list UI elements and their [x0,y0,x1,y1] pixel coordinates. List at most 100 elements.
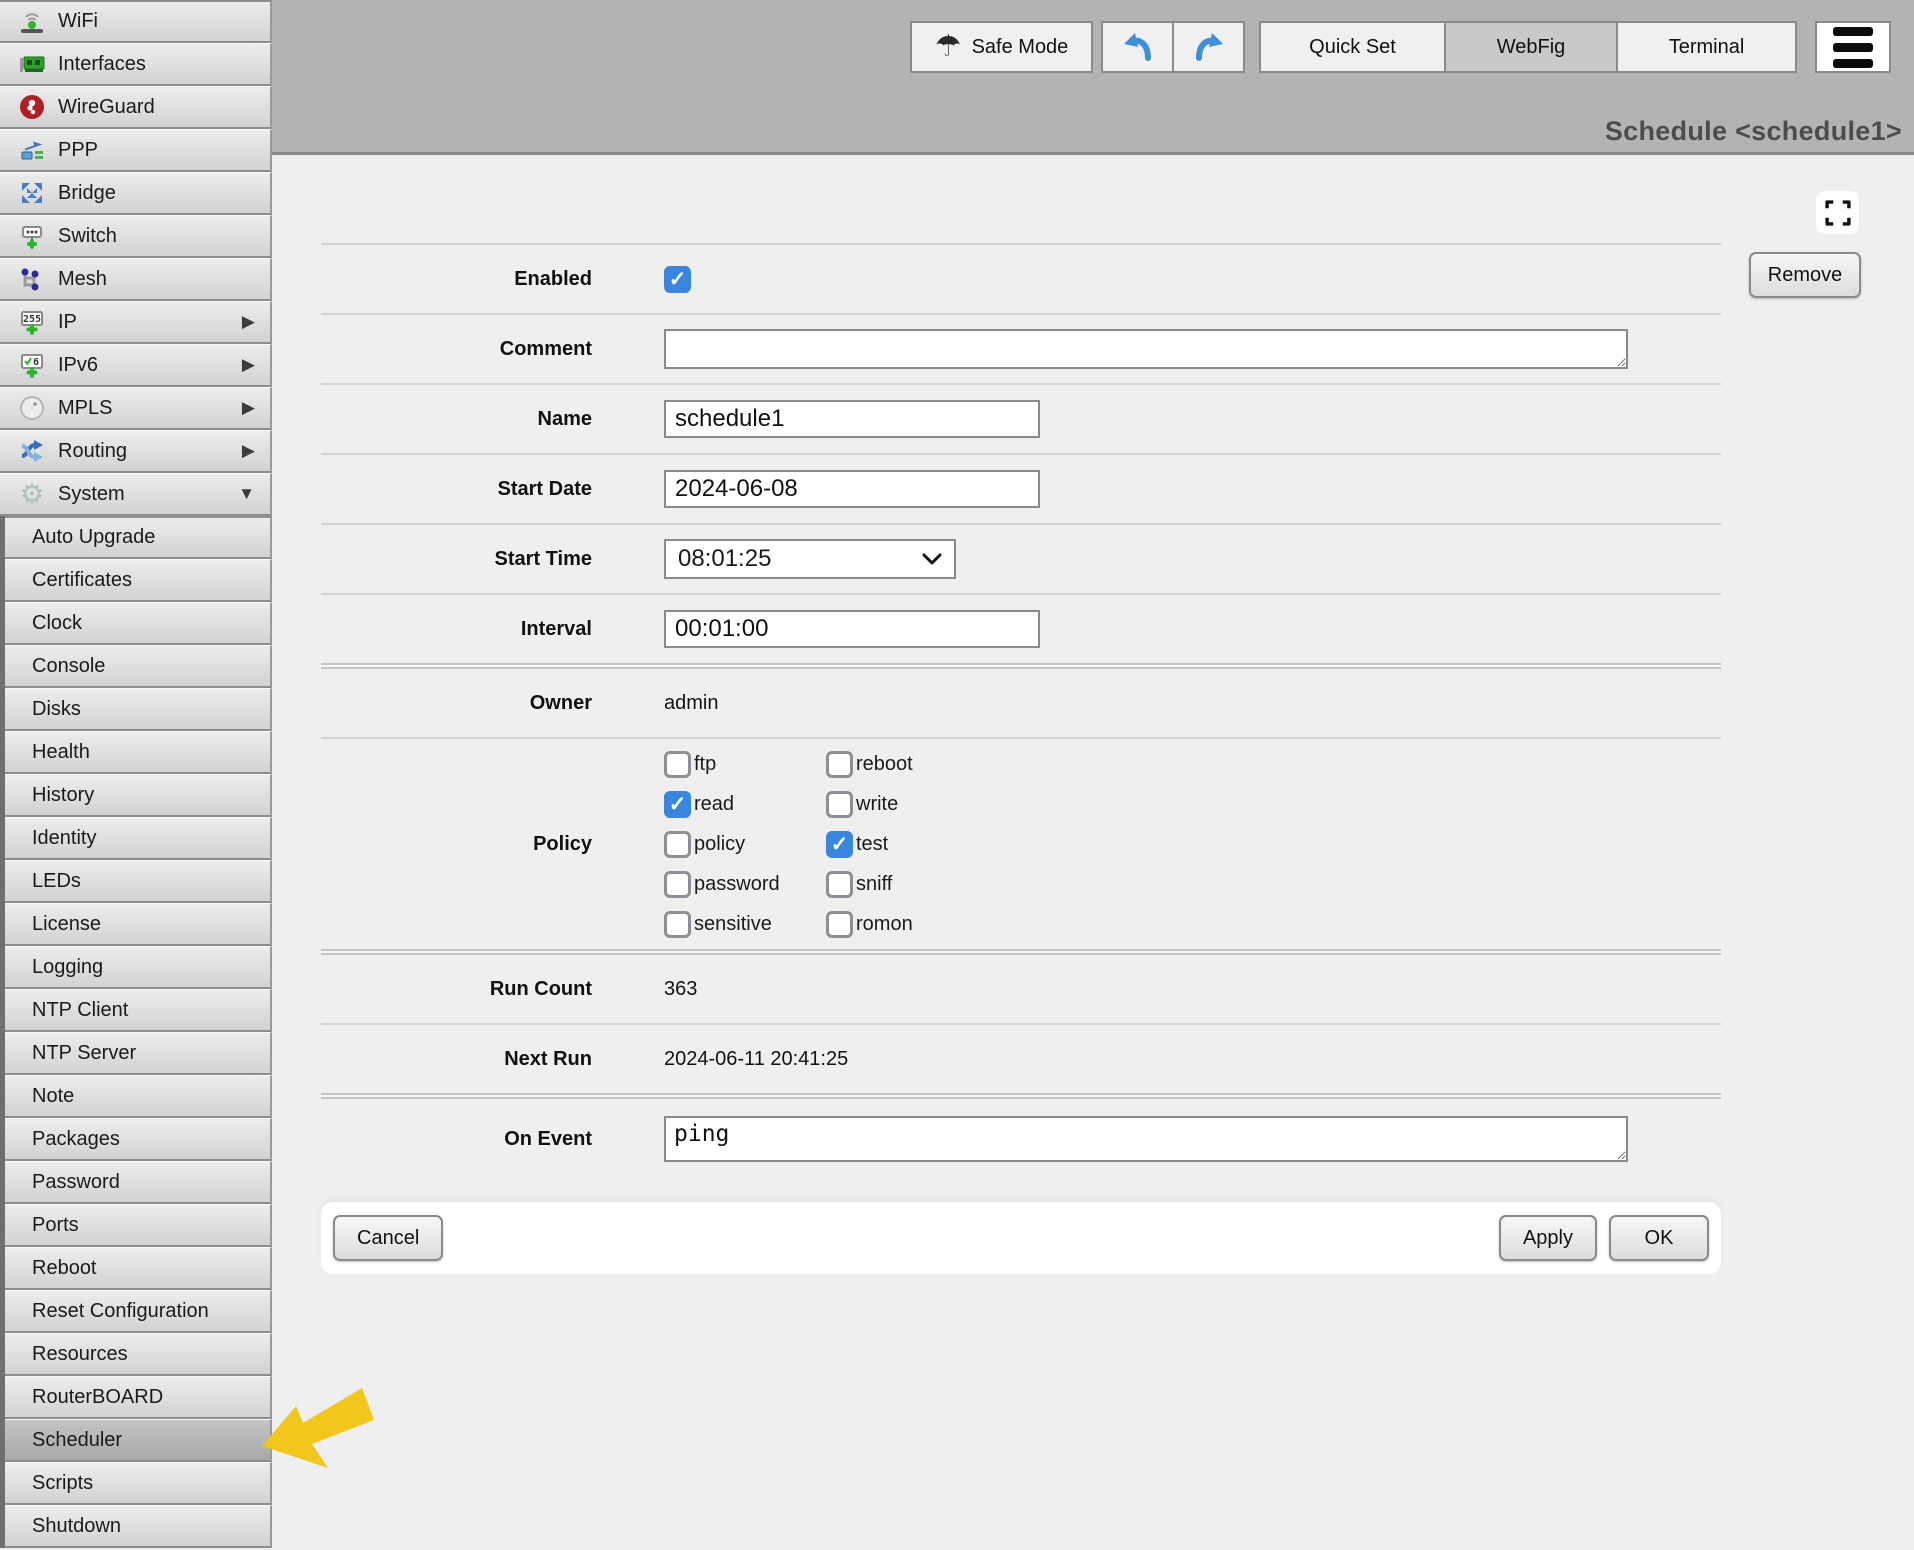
hamburger-icon [1833,27,1873,36]
sidebar-item-logging[interactable]: Logging [5,946,272,989]
sidebar-item-wireguard[interactable]: WireGuard [0,86,272,129]
sidebar-item-label: Logging [32,956,103,979]
sidebar-item-label: Certificates [32,569,132,592]
policy-option-read: ✓read [664,791,826,818]
policy-checkbox[interactable] [664,831,691,858]
interval-input[interactable] [664,610,1040,648]
sidebar-item-label: Scripts [32,1472,93,1495]
chevron-right-icon: ▶ [242,441,255,461]
annotation-arrow [256,1382,374,1482]
name-row: Name [321,385,1721,453]
comment-input[interactable] [664,329,1628,369]
policy-option-label: romon [856,913,913,936]
sidebar-item-routerboard[interactable]: RouterBOARD [5,1376,272,1419]
sidebar-item-clock[interactable]: Clock [5,602,272,645]
sidebar-item-ipv6[interactable]: 6IPv6▶ [0,344,272,387]
webfig-tab[interactable]: WebFig [1444,21,1618,73]
sidebar-item-ppp[interactable]: PPP [0,129,272,172]
start-date-input[interactable] [664,470,1040,508]
sidebar-item-shutdown[interactable]: Shutdown [5,1505,272,1548]
header-band: ☂ Safe Mode Quick Set WebFig Terminal [272,0,1914,155]
sidebar-item-ports[interactable]: Ports [5,1204,272,1247]
sensitive-checkbox[interactable] [664,911,691,938]
ftp-checkbox[interactable] [664,751,691,778]
enabled-row: Enabled ✓ [321,245,1721,313]
next-run-value: 2024-06-11 20:41:25 [664,1048,848,1071]
safe-mode-button[interactable]: ☂ Safe Mode [910,21,1093,73]
enabled-checkbox[interactable]: ✓ [664,266,691,293]
sidebar: WiFi InterfacesWireGuardPPPBridgeSwitch Me… [0,0,272,1550]
sidebar-item-auto-upgrade[interactable]: Auto Upgrade [5,516,272,559]
reboot-checkbox[interactable] [826,751,853,778]
password-checkbox[interactable] [664,871,691,898]
enabled-label: Enabled [321,268,592,291]
sidebar-item-reset-configuration[interactable]: Reset Configuration [5,1290,272,1333]
sidebar-item-label: Identity [32,827,96,850]
policy-option-sensitive: sensitive [664,911,826,938]
cancel-button[interactable]: Cancel [333,1215,443,1261]
sidebar-item-wifi[interactable]: WiFi [0,0,272,43]
sidebar-item-scheduler[interactable]: Scheduler [5,1419,272,1462]
sidebar-item-label: WiFi [58,10,98,33]
sidebar-item-health[interactable]: Health [5,731,272,774]
sidebar-item-ip[interactable]: 255IP▶ [0,301,272,344]
sidebar-item-history[interactable]: History [5,774,272,817]
sidebar-item-system[interactable]: ⚙System▼ [0,473,272,516]
policy-checkbox-group: ftpreboot✓readwritepolicy✓testpasswordsn… [664,751,913,938]
toolbar: ☂ Safe Mode Quick Set WebFig Terminal [910,21,1891,73]
wifi-icon [17,7,47,37]
ok-button[interactable]: OK [1609,1215,1709,1261]
start-time-select[interactable]: 08:01:25 [664,539,956,579]
policy-option-label: write [856,793,898,816]
name-input[interactable] [664,400,1040,438]
sidebar-item-note[interactable]: Note [5,1075,272,1118]
sidebar-item-leds[interactable]: LEDs [5,860,272,903]
test-checkbox[interactable]: ✓ [826,831,853,858]
switch-icon [17,221,47,251]
start-date-label: Start Date [321,478,592,501]
sidebar-item-certificates[interactable]: Certificates [5,559,272,602]
fullscreen-button[interactable] [1816,191,1859,234]
read-checkbox[interactable]: ✓ [664,791,691,818]
policy-option-write: write [826,791,913,818]
sidebar-item-label: Mesh [58,268,107,291]
terminal-tab[interactable]: Terminal [1616,21,1797,73]
sidebar-item-label: Shutdown [32,1515,121,1538]
comment-row: Comment [321,315,1721,383]
interval-row: Interval [321,595,1721,663]
on-event-input[interactable]: ping [664,1116,1628,1162]
page-title: Schedule <schedule1> [1605,116,1902,147]
sidebar-item-label: Note [32,1085,74,1108]
remove-button[interactable]: Remove [1749,252,1861,298]
write-checkbox[interactable] [826,791,853,818]
sniff-checkbox[interactable] [826,871,853,898]
ipv6-icon: 6 [17,350,47,380]
sidebar-item-bridge[interactable]: Bridge [0,172,272,215]
sidebar-item-packages[interactable]: Packages [5,1118,272,1161]
chevron-down-icon [922,553,942,565]
sidebar-item-console[interactable]: Console [5,645,272,688]
quick-set-button[interactable]: Quick Set [1259,21,1446,73]
sidebar-item-identity[interactable]: Identity [5,817,272,860]
sidebar-item-routing[interactable]: Routing▶ [0,430,272,473]
sidebar-item-ntp-client[interactable]: NTP Client [5,989,272,1032]
sidebar-item-disks[interactable]: Disks [5,688,272,731]
sidebar-item-license[interactable]: License [5,903,272,946]
menu-button[interactable] [1815,21,1891,73]
sidebar-item-password[interactable]: Password [5,1161,272,1204]
sidebar-item-label: NTP Client [32,999,128,1022]
undo-button[interactable] [1101,21,1174,73]
apply-button[interactable]: Apply [1499,1215,1597,1261]
terminal-label: Terminal [1669,36,1745,59]
sidebar-item-interfaces[interactable]: Interfaces [0,43,272,86]
sidebar-item-ntp-server[interactable]: NTP Server [5,1032,272,1075]
sidebar-item-reboot[interactable]: Reboot [5,1247,272,1290]
romon-checkbox[interactable] [826,911,853,938]
sidebar-item-resources[interactable]: Resources [5,1333,272,1376]
sidebar-item-mpls[interactable]: MPLS▶ [0,387,272,430]
sidebar-item-switch[interactable]: Switch [0,215,272,258]
sidebar-item-mesh[interactable]: Mesh [0,258,272,301]
redo-button[interactable] [1172,21,1245,73]
policy-option-romon: romon [826,911,913,938]
sidebar-item-scripts[interactable]: Scripts [5,1462,272,1505]
